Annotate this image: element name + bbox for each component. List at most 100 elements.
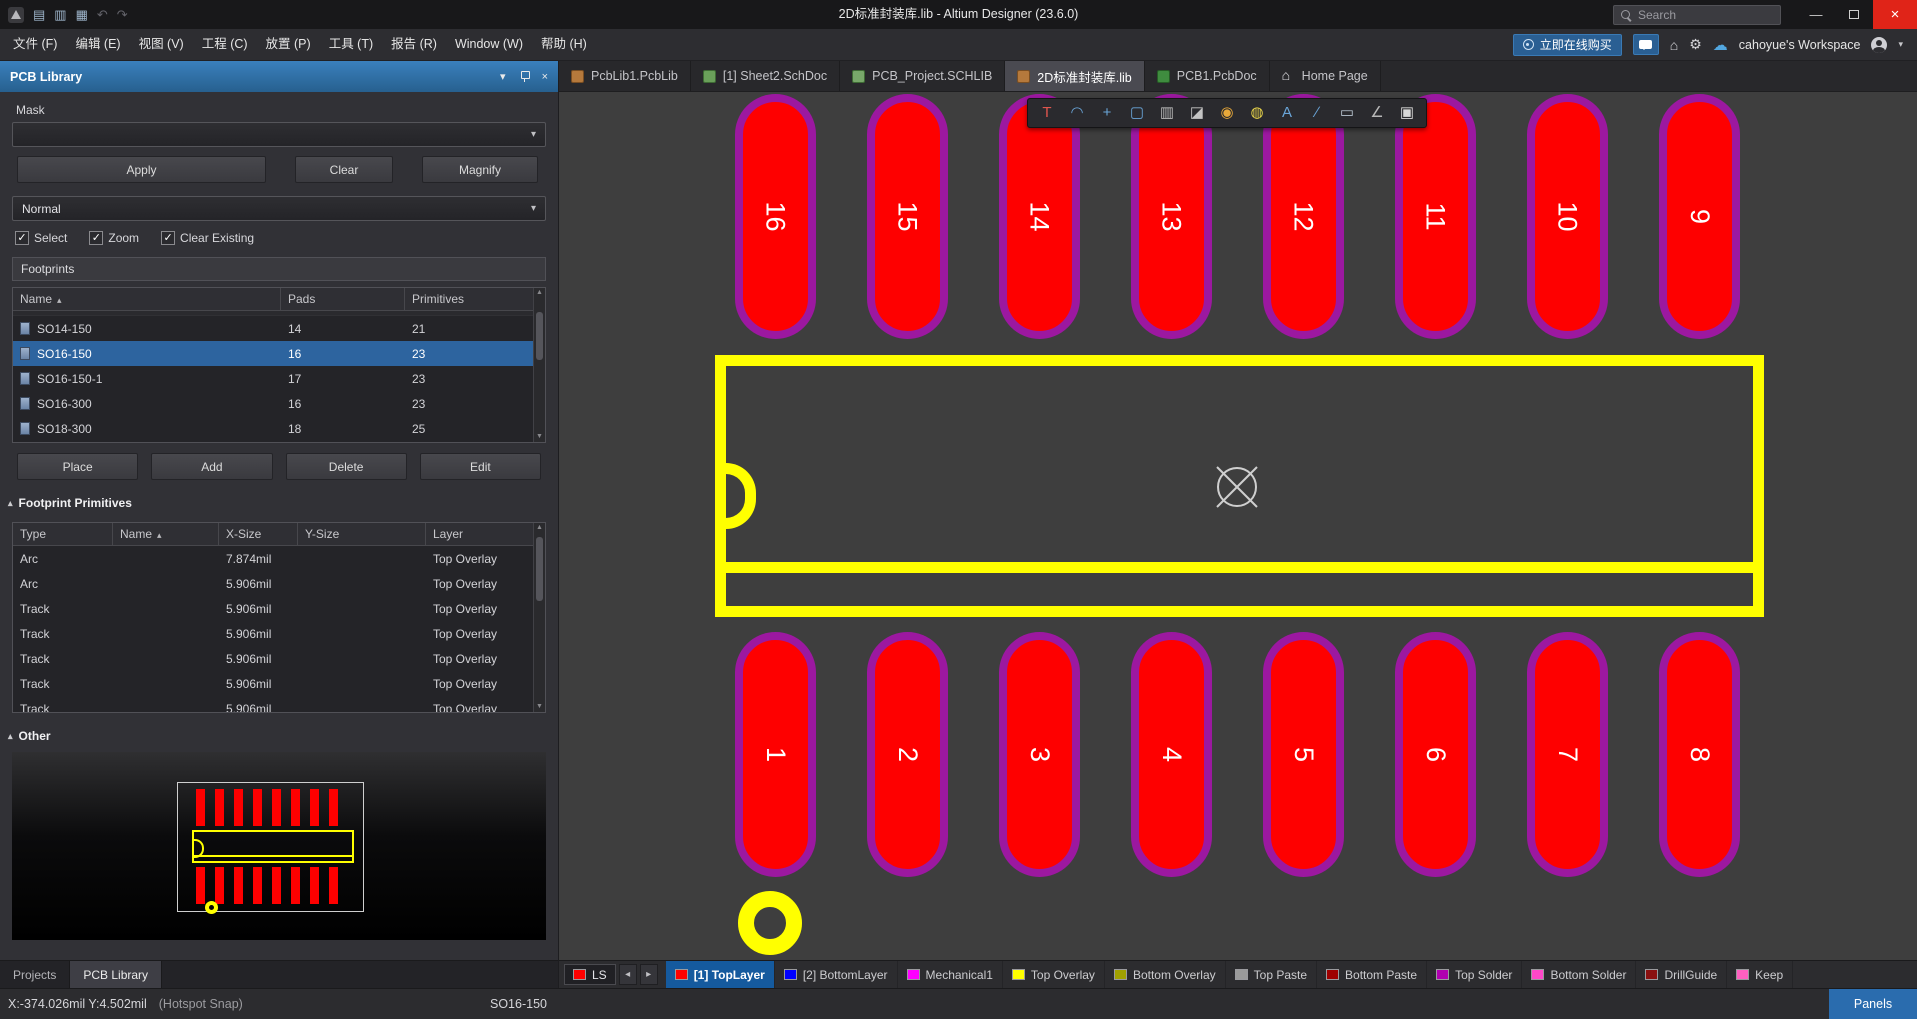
footprint-preview[interactable] bbox=[12, 752, 546, 940]
minimize-button[interactable]: — bbox=[1797, 0, 1835, 29]
panel-tab[interactable]: Projects bbox=[0, 961, 70, 988]
layer-tab[interactable]: Top Paste bbox=[1226, 961, 1317, 988]
footprints-scrollbar[interactable]: ▲ ▼ bbox=[533, 288, 545, 442]
user-avatar[interactable] bbox=[1871, 37, 1887, 53]
delete-button[interactable]: Delete bbox=[286, 453, 407, 480]
panels-button[interactable]: Panels bbox=[1829, 989, 1917, 1019]
pad[interactable]: 7 bbox=[1527, 632, 1608, 877]
mask-dropdown[interactable]: ▾ bbox=[12, 122, 546, 147]
pad[interactable]: 3 bbox=[999, 632, 1080, 877]
layer-set-selector[interactable]: LS bbox=[564, 964, 616, 985]
layer-tab[interactable]: [1] TopLayer bbox=[666, 961, 775, 988]
layer-tab[interactable]: Bottom Overlay bbox=[1105, 961, 1226, 988]
workspace-label[interactable]: cahoyue's Workspace bbox=[1739, 38, 1861, 52]
primitive-row[interactable]: Arc 7.874mil Top Overlay bbox=[13, 546, 533, 571]
column-header-primitives[interactable]: Primitives bbox=[405, 288, 533, 310]
option-checkbox[interactable]: ✓ Select bbox=[15, 231, 67, 245]
layer-tab[interactable]: Mechanical1 bbox=[898, 961, 1003, 988]
view-mode-dropdown[interactable]: Normal ▾ bbox=[12, 196, 546, 221]
menu-item[interactable]: 帮助 (H) bbox=[532, 29, 596, 60]
pad[interactable]: 8 bbox=[1659, 632, 1740, 877]
primitive-row[interactable]: Track 5.906mil Top Overlay bbox=[13, 621, 533, 646]
home-icon[interactable]: ⌂ bbox=[1670, 37, 1678, 53]
layer-tab[interactable]: Top Overlay bbox=[1003, 961, 1105, 988]
layer-scroll-right-button[interactable]: ▸ bbox=[640, 964, 658, 985]
other-section-header[interactable]: ▴ Other bbox=[8, 729, 558, 743]
pad[interactable]: 13 bbox=[1131, 94, 1212, 339]
save-icon[interactable]: ▦ bbox=[76, 0, 88, 29]
fill-tool-icon[interactable]: ▭ bbox=[1333, 99, 1361, 127]
menu-item[interactable]: 编辑 (E) bbox=[66, 29, 129, 60]
scrollbar-thumb[interactable] bbox=[536, 537, 543, 601]
menu-item[interactable]: Window (W) bbox=[446, 29, 532, 60]
layer-tab[interactable]: Keep bbox=[1727, 961, 1793, 988]
pad[interactable]: 16 bbox=[735, 94, 816, 339]
menu-item[interactable]: 文件 (F) bbox=[4, 29, 66, 60]
panel-close-icon[interactable]: × bbox=[542, 71, 548, 83]
string-tool-icon[interactable]: A bbox=[1273, 99, 1301, 127]
menu-item[interactable]: 报告 (R) bbox=[382, 29, 446, 60]
close-button[interactable]: × bbox=[1873, 0, 1917, 29]
layer-scroll-left-button[interactable]: ◂ bbox=[619, 964, 637, 985]
primitives-scrollbar[interactable]: ▲ ▼ bbox=[533, 523, 545, 712]
pad[interactable]: 9 bbox=[1659, 94, 1740, 339]
column-select-tool-icon[interactable]: ▥ bbox=[1153, 99, 1181, 127]
panel-menu-caret-icon[interactable]: ▾ bbox=[500, 70, 506, 83]
pad[interactable]: 11 bbox=[1395, 94, 1476, 339]
pad[interactable]: 15 bbox=[867, 94, 948, 339]
document-tab[interactable]: Home Page bbox=[1270, 61, 1381, 91]
footprint-row[interactable]: SO16-300 16 23 bbox=[13, 391, 533, 416]
crosshair-tool-icon[interactable]: + bbox=[1093, 99, 1121, 127]
layer-tab[interactable]: [2] BottomLayer bbox=[775, 961, 898, 988]
document-tab[interactable]: [1] Sheet2.SchDoc bbox=[691, 61, 840, 91]
open-document-icon[interactable]: ▥ bbox=[54, 0, 66, 29]
document-tab[interactable]: PCB1.PcbDoc bbox=[1145, 61, 1270, 91]
line-tool-icon[interactable]: ∕ bbox=[1303, 99, 1331, 127]
pcb-canvas[interactable]: T◠+▢▥◪◉◍A∕▭∠▣ 16 15 14 13 12 11 bbox=[559, 92, 1917, 960]
footprint-row[interactable]: SO16-150-1 17 23 bbox=[13, 366, 533, 391]
footprint-row[interactable]: SO18-300 18 25 bbox=[13, 416, 533, 441]
layer-tab[interactable]: Bottom Solder bbox=[1522, 961, 1636, 988]
menu-item[interactable]: 视图 (V) bbox=[130, 29, 193, 60]
column-header-type[interactable]: Type bbox=[13, 523, 113, 545]
gear-icon[interactable]: ⚙ bbox=[1689, 36, 1702, 53]
maximize-button[interactable] bbox=[1835, 0, 1873, 29]
pad[interactable]: 2 bbox=[867, 632, 948, 877]
filter-tool-icon[interactable]: T bbox=[1033, 99, 1061, 127]
eraser-tool-icon[interactable]: ◪ bbox=[1183, 99, 1211, 127]
column-header-pads[interactable]: Pads bbox=[281, 288, 405, 310]
column-header-name[interactable]: Name▴ bbox=[13, 288, 281, 310]
option-checkbox[interactable]: ✓ Clear Existing bbox=[161, 231, 254, 245]
magnify-button[interactable]: Magnify bbox=[422, 156, 538, 183]
clear-button[interactable]: Clear bbox=[295, 156, 393, 183]
primitive-row[interactable]: Track 5.906mil Top Overlay bbox=[13, 596, 533, 621]
pad-tool-icon[interactable]: ◉ bbox=[1213, 99, 1241, 127]
pad[interactable]: 5 bbox=[1263, 632, 1344, 877]
document-tab[interactable]: PCB_Project.SCHLIB bbox=[840, 61, 1005, 91]
redo-icon[interactable]: ↷ bbox=[117, 0, 128, 29]
column-header-ysize[interactable]: Y-Size bbox=[298, 523, 426, 545]
snippet-tool-icon[interactable]: ▣ bbox=[1393, 99, 1421, 127]
document-tab[interactable]: 2D标准封装库.lib bbox=[1005, 61, 1144, 91]
pad[interactable]: 14 bbox=[999, 94, 1080, 339]
area-select-tool-icon[interactable]: ▢ bbox=[1123, 99, 1151, 127]
primitive-row[interactable]: Arc 5.906mil Top Overlay bbox=[13, 571, 533, 596]
menu-item[interactable]: 工具 (T) bbox=[320, 29, 382, 60]
buy-online-button[interactable]: 立即在线购买 bbox=[1513, 34, 1622, 56]
pin1-marker[interactable] bbox=[738, 891, 802, 955]
pad[interactable]: 6 bbox=[1395, 632, 1476, 877]
pad[interactable]: 10 bbox=[1527, 94, 1608, 339]
measure-tool-icon[interactable]: ∠ bbox=[1363, 99, 1391, 127]
document-tab[interactable]: PcbLib1.PcbLib bbox=[559, 61, 691, 91]
primitive-row[interactable]: Track 5.906mil Top Overlay bbox=[13, 671, 533, 696]
new-document-icon[interactable]: ▤ bbox=[33, 0, 45, 29]
arc-tool-icon[interactable]: ◠ bbox=[1063, 99, 1091, 127]
column-header-name[interactable]: Name▴ bbox=[113, 523, 219, 545]
option-checkbox[interactable]: ✓ Zoom bbox=[89, 231, 139, 245]
scroll-down-icon[interactable]: ▼ bbox=[534, 432, 545, 442]
menu-item[interactable]: 工程 (C) bbox=[193, 29, 257, 60]
layer-tab[interactable]: DrillGuide bbox=[1636, 961, 1727, 988]
layer-tab[interactable]: Bottom Paste bbox=[1317, 961, 1427, 988]
column-header-layer[interactable]: Layer bbox=[426, 523, 533, 545]
menu-item[interactable]: 放置 (P) bbox=[257, 29, 320, 60]
